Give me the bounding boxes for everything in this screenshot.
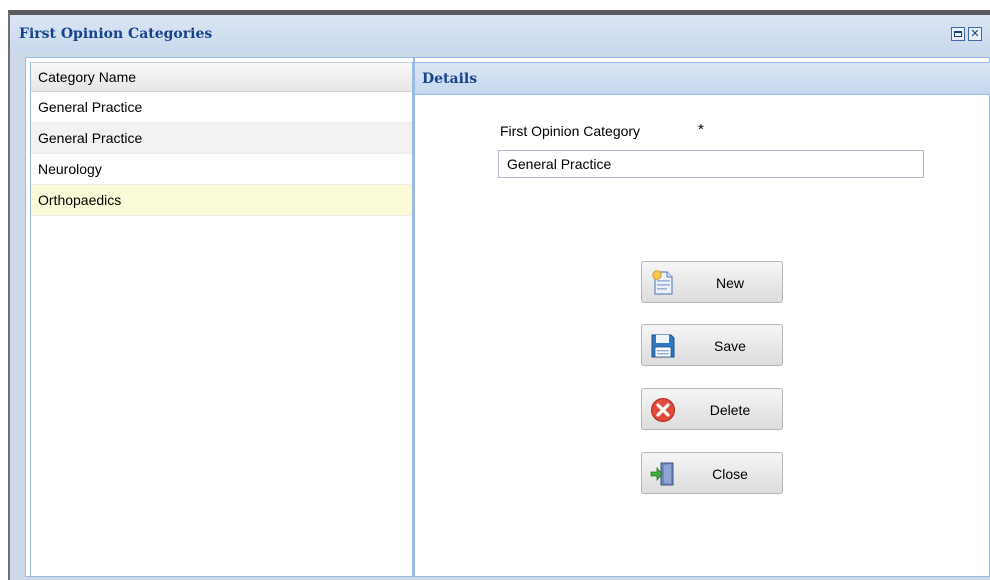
- new-button-label: New: [715, 275, 744, 291]
- category-field-label: First Opinion Category: [500, 123, 641, 139]
- required-marker: *: [698, 121, 704, 138]
- delete-button[interactable]: Delete: [641, 388, 783, 430]
- top-strip: [0, 0, 990, 10]
- save-button[interactable]: Save: [641, 324, 783, 366]
- close-button[interactable]: Close: [641, 452, 783, 494]
- table-row-selected[interactable]: Orthopaedics: [31, 185, 412, 216]
- save-button-label: Save: [714, 338, 746, 354]
- delete-button-label: Delete: [709, 402, 751, 418]
- window-title: First Opinion Categories: [19, 26, 213, 42]
- save-disk-icon: [651, 334, 675, 358]
- table-row[interactable]: Neurology: [31, 154, 412, 185]
- details-title: Details: [422, 71, 478, 87]
- close-icon[interactable]: ✕: [968, 27, 982, 41]
- category-grid: Category Name General Practice General P…: [30, 62, 413, 577]
- panel-divider[interactable]: [413, 57, 415, 577]
- new-document-icon: [652, 270, 673, 295]
- new-button[interactable]: New: [641, 261, 783, 303]
- delete-icon: [651, 398, 675, 422]
- table-row[interactable]: General Practice: [31, 123, 412, 154]
- maximize-icon[interactable]: [951, 27, 965, 41]
- exit-door-icon: [650, 462, 674, 486]
- window-titlebar[interactable]: First Opinion Categories ✕: [10, 15, 990, 53]
- table-row[interactable]: General Practice: [31, 92, 412, 123]
- category-name-input[interactable]: [498, 150, 924, 178]
- details-panel-header: Details: [415, 62, 990, 95]
- column-header-category-name[interactable]: Category Name: [31, 62, 412, 92]
- close-button-label: Close: [712, 466, 748, 482]
